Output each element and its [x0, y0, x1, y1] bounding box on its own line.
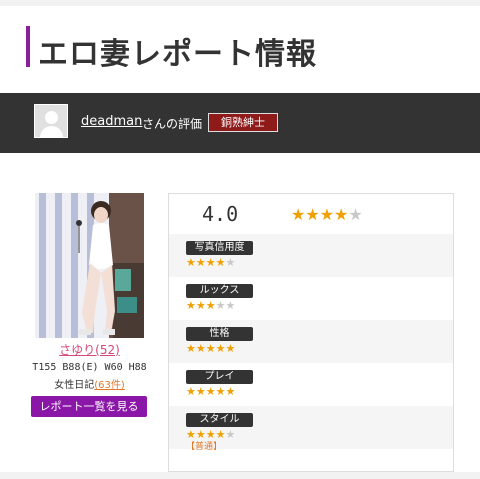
avatar-shoulders-shape: [40, 126, 63, 137]
star-empty-icon: ★: [225, 256, 236, 269]
star-filled-icon: ★: [205, 385, 216, 398]
category-row: ルックス ★★★★★: [169, 277, 453, 320]
star-filled-icon: ★: [334, 205, 349, 224]
report-list-button[interactable]: レポート一覧を見る: [31, 396, 147, 417]
star-filled-icon: ★: [195, 256, 206, 269]
category-stars: ★★★★★: [186, 342, 235, 355]
girl-photo[interactable]: [35, 193, 144, 338]
star-empty-icon: ★: [225, 428, 236, 441]
star-filled-icon: ★: [215, 256, 226, 269]
category-note: 【普通】: [186, 442, 223, 452]
category-stars: ★★★★★: [186, 385, 235, 398]
star-empty-icon: ★: [215, 299, 226, 312]
category-row: 性格 ★★★★★: [169, 320, 453, 363]
reviewer-rank-badge: 銅熟紳士: [208, 113, 278, 132]
category-label: 写真信用度: [186, 241, 253, 255]
overall-score-row: 4.0 ★★★★★: [169, 194, 453, 234]
girl-diary-label: 女性日記: [54, 380, 95, 391]
rating-box: 4.0 ★★★★★ 写真信用度 ★★★★★ ルックス ★★★★★ 性格 ★★★★★ プレイ ★…: [168, 193, 454, 472]
star-filled-icon: ★: [195, 299, 206, 312]
category-label: ルックス: [186, 284, 253, 298]
reviewer-username-link[interactable]: deadman: [81, 114, 142, 129]
girl-measurements: T155 B88(E) W60 H88: [32, 362, 147, 373]
star-filled-icon: ★: [225, 385, 236, 398]
star-filled-icon: ★: [186, 256, 196, 269]
star-filled-icon: ★: [215, 385, 226, 398]
star-filled-icon: ★: [186, 385, 196, 398]
star-filled-icon: ★: [225, 342, 236, 355]
star-filled-icon: ★: [186, 299, 196, 312]
category-stars: ★★★★★: [186, 299, 235, 312]
girl-photo-image: [35, 193, 144, 338]
avatar-head-shape: [45, 111, 58, 124]
girl-diary: 女性日記(63件): [30, 376, 149, 391]
title-accent-bar: [26, 26, 30, 67]
reviewer-suffix: さんの評価: [142, 117, 203, 131]
star-filled-icon: ★: [205, 299, 216, 312]
star-filled-icon: ★: [319, 205, 335, 224]
overall-score: 4.0: [202, 202, 239, 226]
star-filled-icon: ★: [305, 205, 320, 224]
category-label: プレイ: [186, 370, 253, 384]
category-row: 写真信用度 ★★★★★: [169, 234, 453, 277]
star-filled-icon: ★: [195, 342, 206, 355]
category-row: プレイ ★★★★★: [169, 363, 453, 406]
user-avatar-icon[interactable]: [34, 104, 68, 138]
girl-diary-count-link[interactable]: (63件): [94, 380, 125, 391]
star-filled-icon: ★: [291, 205, 306, 224]
girl-name-link[interactable]: さゆり(52): [35, 341, 144, 358]
star-empty-icon: ★: [225, 299, 236, 312]
page-title: エロ妻レポート情報: [38, 37, 317, 72]
star-filled-icon: ★: [205, 256, 216, 269]
content-bottom-strip: [0, 472, 480, 479]
star-filled-icon: ★: [205, 342, 216, 355]
category-row: スタイル ★★★★★ 【普通】: [169, 406, 453, 452]
star-filled-icon: ★: [195, 385, 206, 398]
category-label: スタイル: [186, 413, 253, 427]
star-filled-icon: ★: [186, 342, 196, 355]
category-label: 性格: [186, 327, 253, 341]
category-stars: ★★★★★: [186, 256, 235, 269]
overall-stars: ★★★★★: [291, 205, 363, 224]
star-empty-icon: ★: [348, 205, 363, 224]
star-filled-icon: ★: [215, 342, 226, 355]
